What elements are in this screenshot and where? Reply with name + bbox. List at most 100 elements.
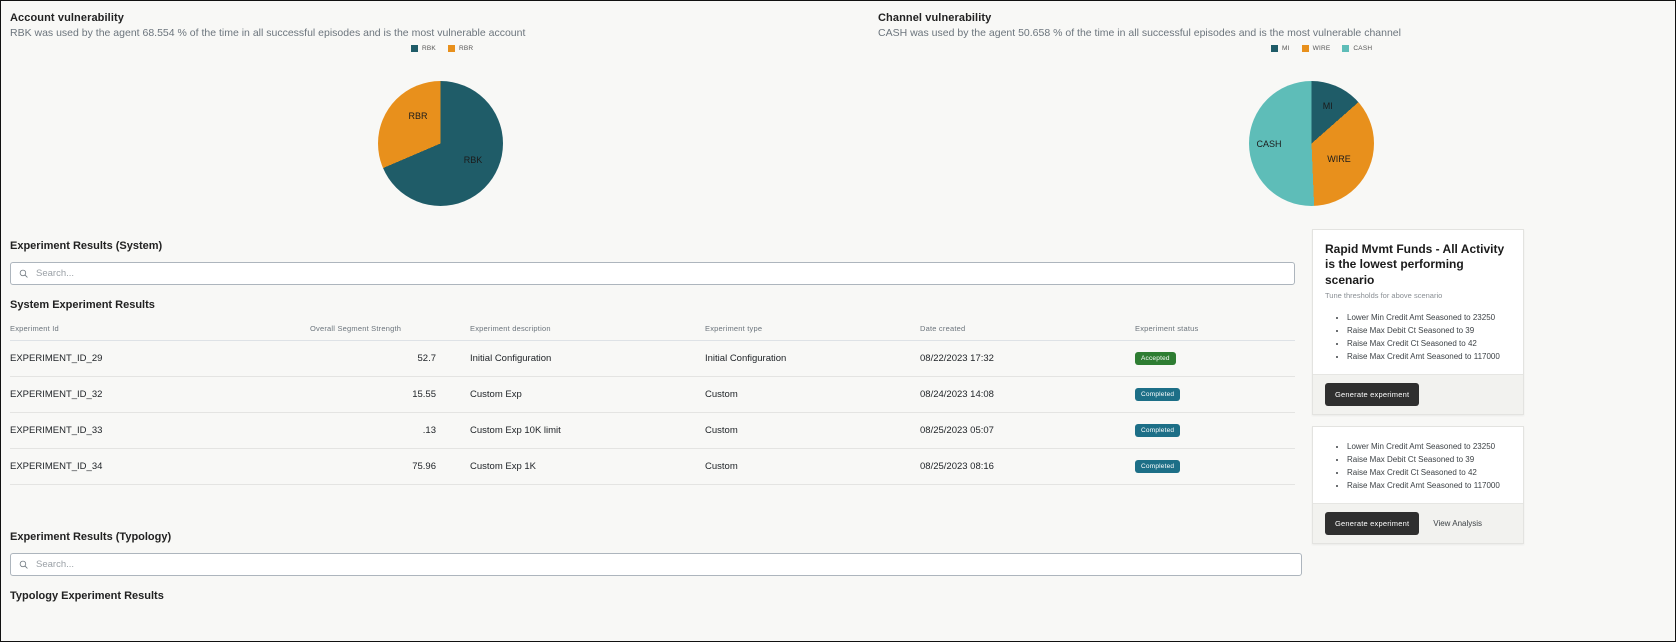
account-pie-body[interactable]: RBR RBK (378, 81, 503, 206)
cell-description: Initial Configuration (470, 340, 705, 377)
legend-item-mi[interactable]: MI (1271, 45, 1290, 52)
cell-segment-strength: 15.55 (310, 376, 470, 413)
vulnerability-row: Account vulnerability RBK was used by th… (1, 1, 1675, 225)
generate-experiment-button[interactable]: Generate experiment (1325, 382, 1420, 406)
column-header-experiment-id[interactable]: Experiment Id (10, 315, 310, 341)
cell-segment-strength: .13 (310, 412, 470, 449)
channel-chart-legend: MI WIRE CASH (1271, 45, 1372, 52)
legend-item-rbr[interactable]: RBR (447, 45, 474, 52)
legend-swatch-wire (1301, 45, 1309, 52)
cell-segment-strength: 52.7 (310, 340, 470, 377)
cell-date-created: 08/22/2023 17:32 (920, 340, 1135, 377)
channel-pie-body[interactable]: MI WIRE CASH (1249, 81, 1374, 206)
account-pie-chart: RBR RBK (378, 81, 503, 206)
cell-experiment-id[interactable]: EXPERIMENT_ID_32 (10, 376, 310, 413)
cell-type: Custom (705, 448, 920, 485)
list-item: Raise Max Credit Ct Seasoned to 42 (1347, 467, 1511, 480)
legend-label-wire: WIRE (1312, 45, 1331, 52)
channel-slice-label-mi: MI (1322, 101, 1333, 111)
channel-slice-label-wire: WIRE (1327, 153, 1351, 164)
account-slice-label-rbk: RBK (463, 154, 483, 165)
cell-type: Initial Configuration (705, 340, 920, 377)
table-row[interactable]: EXPERIMENT_ID_29 52.7 Initial Configurat… (10, 340, 1295, 377)
column-header-description[interactable]: Experiment description (470, 315, 705, 341)
table-row[interactable]: EXPERIMENT_ID_33 .13 Custom Exp 10K limi… (10, 412, 1295, 449)
dashboard-page: Account vulnerability RBK was used by th… (0, 0, 1676, 642)
search-icon (19, 560, 28, 569)
system-search-input[interactable] (34, 267, 1286, 280)
list-item: Raise Max Credit Amt Seasoned to 117000 (1347, 351, 1511, 364)
system-table-caption: System Experiment Results (10, 299, 155, 311)
cell-date-created: 08/24/2023 14:08 (920, 376, 1135, 413)
scenario-card-subtitle: Tune thresholds for above scenario (1325, 291, 1443, 301)
typology-results-section: Experiment Results (Typology) Typology E… (10, 531, 1302, 602)
cell-type: Custom (705, 412, 920, 449)
legend-swatch-mi (1271, 45, 1278, 52)
list-item: Raise Max Credit Amt Seasoned to 117000 (1347, 480, 1511, 493)
analysis-card-body: Lower Min Credit Amt Seasoned to 23250 R… (1313, 427, 1523, 503)
analysis-recommendation-card: Lower Min Credit Amt Seasoned to 23250 R… (1312, 425, 1524, 544)
cell-date-created: 08/25/2023 05:07 (920, 412, 1135, 449)
side-cards: Rapid Mvmt Funds - All Activity is the l… (1312, 229, 1524, 544)
typology-section-heading: Experiment Results (Typology) (10, 531, 172, 543)
cell-experiment-id[interactable]: EXPERIMENT_ID_33 (10, 412, 310, 449)
table-row[interactable]: EXPERIMENT_ID_32 15.55 Custom Exp Custom… (10, 376, 1295, 413)
cell-status: Accepted (1135, 340, 1295, 377)
cell-type: Custom (705, 376, 920, 413)
generate-experiment-button[interactable]: Generate experiment (1325, 511, 1420, 535)
scenario-card-body: Rapid Mvmt Funds - All Activity is the l… (1313, 230, 1523, 374)
legend-label-mi: MI (1282, 45, 1290, 52)
cell-description: Custom Exp (470, 376, 705, 413)
legend-label-rbk: RBK (422, 45, 436, 52)
list-item: Raise Max Debit Ct Seasoned to 39 (1347, 454, 1511, 467)
legend-label-rbr: RBR (458, 45, 474, 52)
legend-item-wire[interactable]: WIRE (1301, 45, 1331, 52)
system-search-box[interactable] (10, 262, 1295, 285)
list-item: Lower Min Credit Amt Seasoned to 23250 (1347, 441, 1511, 454)
cell-experiment-id[interactable]: EXPERIMENT_ID_29 (10, 340, 310, 377)
column-header-date-created[interactable]: Date created (920, 315, 1135, 341)
scenario-recommendation-card: Rapid Mvmt Funds - All Activity is the l… (1312, 229, 1524, 415)
column-header-status[interactable]: Experiment status (1135, 315, 1295, 341)
channel-pie-chart: MI WIRE CASH (1249, 81, 1374, 206)
column-header-segment-strength[interactable]: Overall Segment Strength (310, 315, 470, 341)
cell-description: Custom Exp 1K (470, 448, 705, 485)
list-item: Lower Min Credit Amt Seasoned to 23250 (1347, 312, 1511, 325)
system-results-table: Experiment Id Overall Segment Strength E… (10, 315, 1295, 485)
list-item: Raise Max Debit Ct Seasoned to 39 (1347, 325, 1511, 338)
scenario-card-title: Rapid Mvmt Funds - All Activity is the l… (1325, 242, 1505, 287)
typology-search-input[interactable] (34, 558, 1293, 571)
scenario-card-footer: Generate experiment (1313, 373, 1523, 414)
cell-experiment-id[interactable]: EXPERIMENT_ID_34 (10, 448, 310, 485)
table-row[interactable]: EXPERIMENT_ID_34 75.96 Custom Exp 1K Cus… (10, 448, 1295, 485)
legend-item-cash[interactable]: CASH (1342, 45, 1372, 52)
system-results-section: Experiment Results (System) System Exper… (10, 240, 1295, 485)
view-analysis-link[interactable]: View Analysis (1433, 519, 1482, 528)
channel-vulnerability-panel: Channel vulnerability CASH was used by t… (878, 1, 1668, 39)
account-vulnerability-panel: Account vulnerability RBK was used by th… (10, 1, 870, 39)
search-icon (19, 269, 28, 278)
cell-date-created: 08/25/2023 08:16 (920, 448, 1135, 485)
scenario-recommendation-list: Lower Min Credit Amt Seasoned to 23250 R… (1325, 312, 1511, 364)
typology-search-box[interactable] (10, 553, 1302, 576)
legend-label-cash: CASH (1353, 45, 1373, 52)
status-badge: Completed (1135, 424, 1181, 437)
legend-item-rbk[interactable]: RBK (411, 45, 436, 52)
account-vulnerability-subtitle: RBK was used by the agent 68.554 % of th… (10, 27, 526, 39)
column-header-type[interactable]: Experiment type (705, 315, 920, 341)
status-badge: Accepted (1135, 352, 1176, 365)
table-header-row: Experiment Id Overall Segment Strength E… (10, 315, 1295, 341)
cell-status: Completed (1135, 376, 1295, 413)
legend-swatch-cash (1342, 45, 1350, 52)
status-badge: Completed (1135, 388, 1181, 401)
channel-slice-label-cash: CASH (1256, 138, 1282, 149)
list-item: Raise Max Credit Ct Seasoned to 42 (1347, 338, 1511, 351)
analysis-card-footer: Generate experiment View Analysis (1313, 502, 1523, 543)
account-slice-label-rbr: RBR (408, 111, 428, 121)
cell-segment-strength: 75.96 (310, 448, 470, 485)
system-section-heading: Experiment Results (System) (10, 240, 163, 252)
status-badge: Completed (1135, 460, 1181, 473)
legend-swatch-rbr (447, 45, 455, 52)
typology-table-caption: Typology Experiment Results (10, 590, 164, 602)
channel-vulnerability-subtitle: CASH was used by the agent 50.658 % of t… (878, 27, 1401, 39)
